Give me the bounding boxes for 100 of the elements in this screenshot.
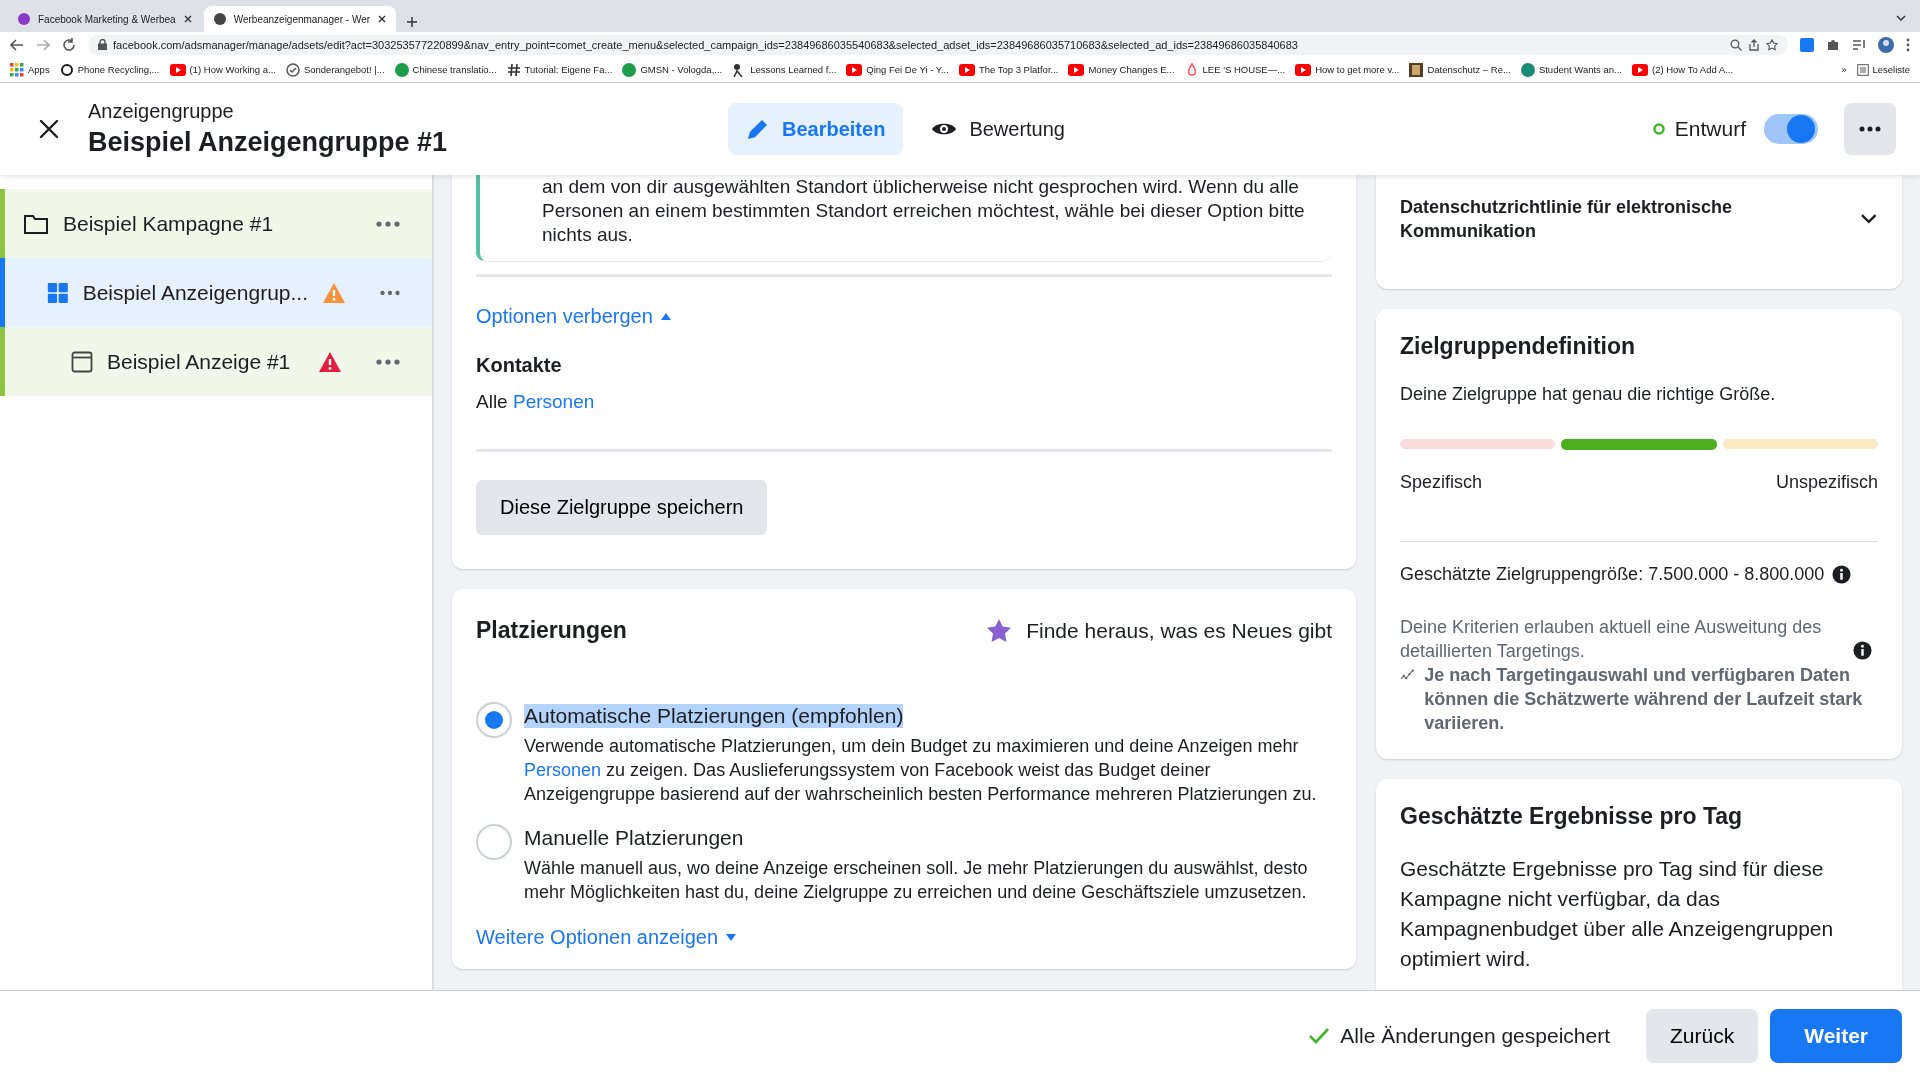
menu-icon[interactable] bbox=[1906, 37, 1910, 52]
info-icon bbox=[1832, 565, 1852, 584]
more-icon bbox=[376, 358, 400, 365]
bookmark[interactable]: Apps bbox=[10, 62, 50, 77]
more-options-link[interactable]: Weitere Optionen anzeigen bbox=[476, 926, 736, 949]
site-favicon-icon bbox=[394, 62, 409, 77]
site-favicon-icon bbox=[1520, 62, 1535, 77]
bookmark[interactable]: Phone Recycling,... bbox=[59, 62, 160, 77]
back-icon[interactable] bbox=[10, 37, 24, 52]
chevron-down-icon[interactable] bbox=[1860, 213, 1878, 225]
sidebar-item[interactable]: Beispiel Anzeige #1 bbox=[0, 327, 432, 396]
option-label: Manuelle Platzierungen bbox=[524, 826, 744, 850]
option-description: Wähle manuell aus, wo deine Anzeige erscheinen soll. Je mehr Platzierungen du auswählst, desto mehr Möglichkeiten hast du, deine Zielgruppe zu erreichen und deine Geschäftsziele umzusetzen. bbox=[524, 857, 1309, 904]
contacts-text: Alle bbox=[476, 391, 508, 412]
reading-list[interactable]: Leseliste bbox=[1856, 63, 1910, 76]
card-title: Zielgruppendefinition bbox=[1400, 333, 1637, 360]
more-icon bbox=[380, 289, 400, 296]
hide-options-link[interactable]: Optionen verbergen bbox=[476, 305, 671, 328]
browser-tab[interactable]: Werbeanzeigenmanager - Wer bbox=[203, 6, 397, 32]
info-icon bbox=[1853, 641, 1872, 660]
bookmark[interactable]: Qing Fei De Yi - Y... bbox=[846, 63, 949, 76]
meter-label: Unspezifisch bbox=[1775, 472, 1878, 493]
close-icon[interactable] bbox=[38, 118, 60, 140]
more-icon bbox=[376, 220, 400, 227]
more-icon bbox=[1859, 126, 1881, 132]
option-label: Automatische Platzierungen (empfohlen) bbox=[524, 704, 904, 728]
bookmark[interactable]: Money Changes E... bbox=[1068, 63, 1175, 76]
bookmark[interactable]: Lessons Learned f... bbox=[732, 62, 837, 77]
folder-icon bbox=[23, 212, 49, 235]
chevron-down-icon[interactable] bbox=[1896, 14, 1906, 22]
sidebar-item[interactable]: Beispiel Kampagne #1 bbox=[0, 189, 432, 258]
section-title: Datenschutzrichtlinie für elektronische Kommunikation bbox=[1400, 196, 1734, 243]
warning-icon bbox=[322, 281, 346, 304]
new-tab-icon[interactable] bbox=[406, 16, 419, 28]
video-icon bbox=[169, 63, 186, 76]
bookmark[interactable]: Sonderangebot! |... bbox=[285, 62, 385, 77]
card-title: Geschätzte Ergebnisse pro Tag bbox=[1400, 803, 1744, 830]
check-icon bbox=[1308, 1026, 1331, 1045]
close-tab-icon[interactable] bbox=[183, 15, 192, 23]
ring-icon bbox=[59, 62, 74, 77]
estimate-text: Geschätzte Zielgruppengröße: 7.500.000 - 8.800.000 bbox=[1400, 564, 1825, 585]
save-status: Alle Änderungen gespeichert bbox=[1340, 1023, 1610, 1048]
bookmark[interactable]: Tutorial: Eigene Fa... bbox=[506, 62, 613, 77]
bookmark[interactable]: LEE 'S HOUSE—... bbox=[1184, 62, 1286, 77]
more-bookmarks[interactable]: » bbox=[1841, 64, 1847, 75]
video-icon bbox=[1295, 63, 1312, 76]
header-tab[interactable]: Bewertung bbox=[913, 103, 1083, 155]
zoom-icon[interactable] bbox=[1730, 38, 1742, 51]
browser-tab[interactable]: Facebook Marketing & Werbea bbox=[8, 6, 202, 32]
whats-new-link[interactable]: Finde heraus, was es Neues gibt bbox=[1026, 618, 1332, 643]
media-icon[interactable] bbox=[1852, 38, 1866, 51]
star-outline-icon[interactable] bbox=[1766, 38, 1778, 51]
star-icon bbox=[986, 618, 1013, 643]
bookmark[interactable]: The Top 3 Platfor... bbox=[958, 63, 1059, 76]
criteria-text: Deine Kriterien erlauben aktuell eine Ausweitung des detaillierten Targetings. bbox=[1400, 616, 1823, 663]
lock-icon bbox=[98, 39, 107, 50]
extension-icon[interactable] bbox=[1800, 37, 1814, 52]
option-description: Verwende automatische Platzierungen, um dein Budget zu maximieren und deine Anzeigen mehr Personen zu zeigen. Das Auslieferungssystem von Facebook weist das Budget deiner Anzeigengruppe basierend auf der wahrscheinlich besten Performance mehreren Platzierungen zu. bbox=[524, 735, 1318, 806]
bookmark[interactable]: GMSN - Vologda,... bbox=[622, 62, 723, 77]
toggle-switch[interactable] bbox=[1764, 114, 1818, 144]
bookmark[interactable]: How to get more v... bbox=[1295, 63, 1400, 76]
video-icon bbox=[846, 63, 863, 76]
share-icon[interactable] bbox=[1748, 38, 1760, 51]
bookmark[interactable]: (2) How To Add A... bbox=[1631, 63, 1734, 76]
video-icon bbox=[1631, 63, 1648, 76]
header-title: Beispiel Anzeigengruppe #1 bbox=[88, 127, 449, 158]
book-icon bbox=[1409, 62, 1424, 77]
next-button[interactable]: Weiter bbox=[1770, 1008, 1902, 1063]
reload-icon[interactable] bbox=[62, 37, 76, 52]
close-tab-icon[interactable] bbox=[378, 15, 387, 23]
tab-favicon-icon bbox=[18, 13, 30, 25]
section-heading: Kontakte bbox=[476, 354, 563, 377]
back-button[interactable]: Zurück bbox=[1646, 1008, 1759, 1063]
sidebar-item[interactable]: Beispiel Anzeigengrup... bbox=[0, 258, 432, 327]
contacts-link[interactable]: Personen bbox=[512, 391, 595, 412]
video-icon bbox=[1068, 63, 1085, 76]
header-subtitle: Anzeigengruppe bbox=[88, 100, 235, 123]
error-icon bbox=[318, 350, 342, 373]
people-link[interactable]: Personen bbox=[524, 760, 602, 780]
tab-favicon-icon bbox=[213, 13, 226, 25]
bookmark[interactable]: Datenschutz – Re... bbox=[1409, 62, 1511, 77]
avatar-icon[interactable] bbox=[1878, 36, 1894, 53]
info-text: an dem von dir ausgewählten Standort üblicherweise nicht gesprochen wird. Wenn du alle Personen an einem bestimmten Standort erreichen möchtest, wähle bei dieser Option bitte nichts aus. bbox=[476, 175, 1332, 262]
save-audience-button[interactable]: Diese Zielgruppe speichern bbox=[476, 480, 768, 535]
bookmark[interactable]: Chinese translatio... bbox=[394, 62, 497, 77]
hash-icon bbox=[506, 62, 521, 77]
bookmark[interactable]: Student Wants an... bbox=[1520, 62, 1622, 77]
status-dot-icon bbox=[1652, 123, 1665, 135]
bookmark[interactable]: (1) How Working a... bbox=[169, 63, 276, 76]
list-icon bbox=[1856, 63, 1869, 76]
more-button[interactable] bbox=[1844, 103, 1896, 155]
header-tab[interactable]: Bearbeiten bbox=[728, 103, 904, 155]
radio-button[interactable] bbox=[476, 702, 512, 738]
address-bar[interactable] bbox=[88, 34, 1788, 55]
apps-grid-icon bbox=[10, 62, 24, 77]
caret-up-icon bbox=[660, 313, 671, 320]
pencil-icon bbox=[746, 117, 770, 141]
summary-text: Deine Zielgruppe hat genau die richtige Größe. bbox=[1400, 384, 1777, 405]
radio-button[interactable] bbox=[476, 824, 512, 860]
card-title: Platzierungen bbox=[476, 617, 627, 644]
